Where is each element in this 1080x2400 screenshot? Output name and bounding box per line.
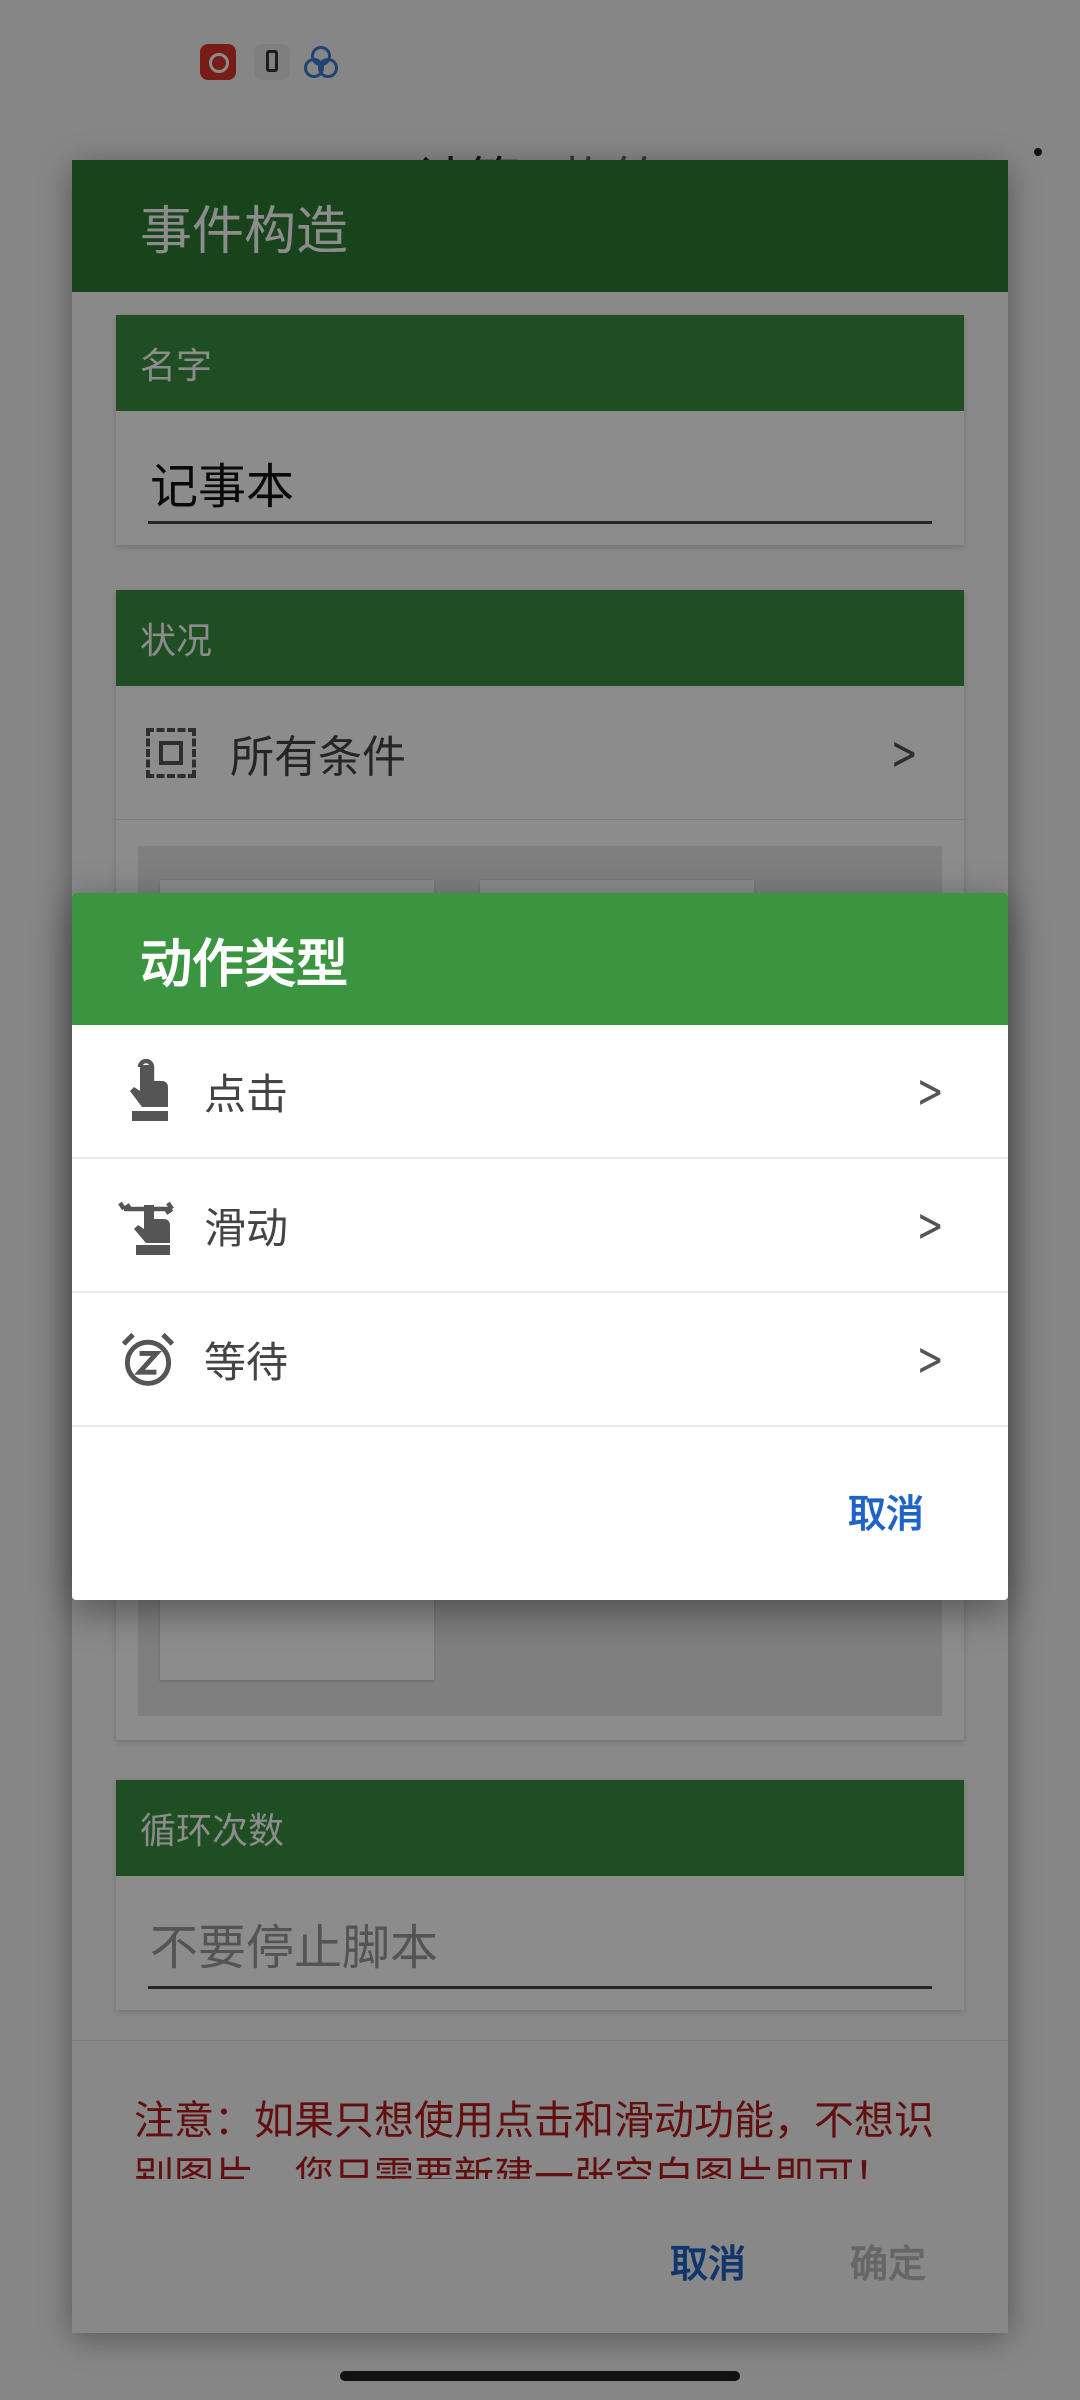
action-option-swipe[interactable]: 滑动 >	[72, 1159, 1008, 1293]
action-option-label: 等待	[204, 1337, 289, 1387]
chevron-right-icon: >	[917, 1064, 945, 1118]
chevron-right-icon: >	[917, 1198, 945, 1252]
tap-hand-icon	[130, 1059, 168, 1121]
action-option-label: 点击	[204, 1069, 289, 1119]
action-option-tap[interactable]: 点击 >	[72, 1025, 1008, 1159]
swipe-hand-icon	[118, 1201, 174, 1255]
chevron-right-icon: >	[917, 1332, 945, 1386]
action-type-dialog: 动作类型 点击 > 滑动 > 等待 > 取消	[72, 893, 1008, 1600]
home-indicator[interactable]	[340, 2371, 740, 2381]
alarm-snooze-icon	[121, 1332, 175, 1386]
action-dialog-title: 动作类型	[72, 893, 1008, 1025]
action-option-label: 滑动	[204, 1203, 289, 1253]
action-option-wait[interactable]: 等待 >	[72, 1293, 1008, 1427]
action-cancel-button[interactable]: 取消	[848, 1483, 924, 1538]
